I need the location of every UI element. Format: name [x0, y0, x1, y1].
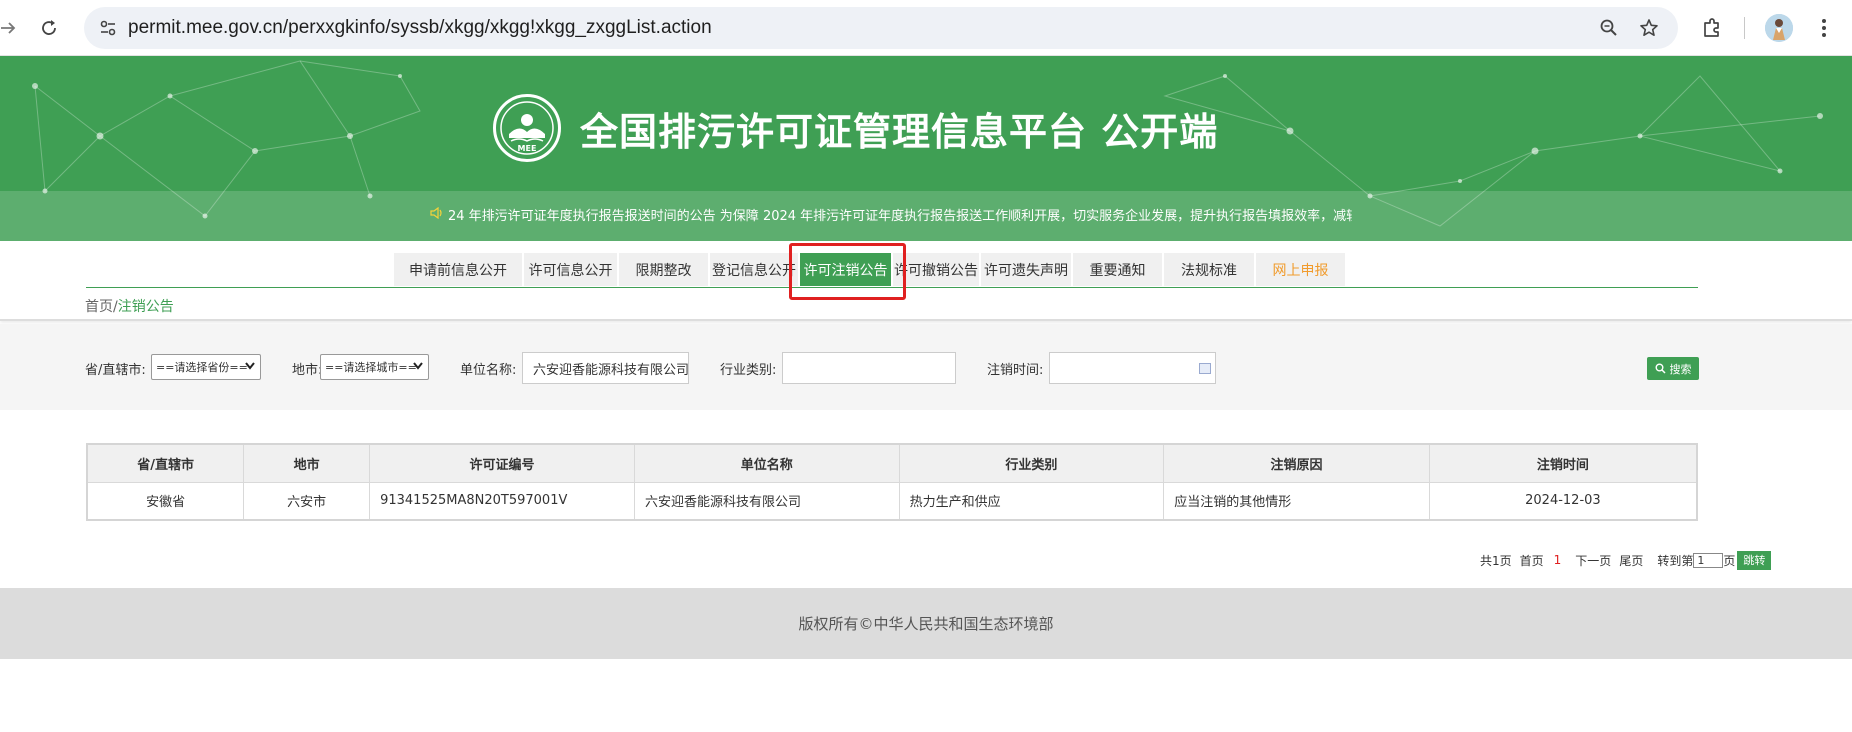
- toolbar-separator: [1744, 17, 1745, 39]
- nav-tabs: 申请前信息公开 许可信息公开 限期整改 登记信息公开 许可注销公告 许可撤销公告…: [394, 253, 1347, 286]
- column-header-date: 注销时间: [1428, 443, 1698, 483]
- cancel-date-input[interactable]: [1049, 352, 1216, 384]
- search-button[interactable]: 搜索: [1647, 357, 1699, 380]
- go-button[interactable]: 跳转: [1737, 550, 1772, 570]
- pager-last[interactable]: 尾页: [1619, 552, 1643, 569]
- site-banner: MEE 全国排污许可证管理信息平台 公开端 24 年排污许可证年度执行报告报送时…: [0, 56, 1852, 241]
- company-label: 单位名称:: [460, 363, 517, 378]
- zoom-icon[interactable]: [1597, 16, 1621, 40]
- tab-important-notices[interactable]: 重要通知: [1073, 253, 1162, 286]
- pager-goto-label: 转到第: [1657, 553, 1694, 568]
- breadcrumb-current: 注销公告: [117, 299, 174, 315]
- page-number-input[interactable]: 1: [1693, 552, 1724, 568]
- province-select-value: ==请选择省份==: [156, 361, 248, 374]
- tab-permit-disclosure[interactable]: 许可信息公开: [524, 253, 617, 286]
- city-select[interactable]: ==请选择城市==: [320, 354, 429, 380]
- chevron-down-icon: [413, 360, 423, 373]
- cell-province: 安徽省: [86, 481, 245, 521]
- copyright-text: 版权所有©中华人民共和国生态环境部: [798, 615, 1054, 633]
- province-label: 省/直辖市:: [85, 363, 146, 378]
- tab-regulations-standards[interactable]: 法规标准: [1164, 253, 1254, 286]
- chevron-down-icon: [245, 360, 255, 373]
- tab-revocation-notice[interactable]: 许可撤销公告: [893, 253, 979, 286]
- cell-reason: 应当注销的其他情形: [1163, 481, 1430, 521]
- announcement-ticker[interactable]: 24 年排污许可证年度执行报告报送时间的公告 为保障 2024 年排污许可证年度…: [430, 205, 1352, 224]
- city-label: 地市:: [292, 363, 323, 378]
- page-footer: 版权所有©中华人民共和国生态环境部: [0, 588, 1852, 659]
- url-text[interactable]: permit.mee.gov.cn/perxxgkinfo/syssb/xkgg…: [128, 17, 712, 39]
- column-header-province: 省/直辖市: [86, 443, 245, 483]
- site-title: 全国排污许可证管理信息平台 公开端: [580, 110, 1219, 154]
- column-header-reason: 注销原因: [1163, 443, 1430, 483]
- tab-rectification[interactable]: 限期整改: [619, 253, 708, 286]
- pager-page-suffix: 页: [1723, 553, 1736, 568]
- logo-text: MEE: [518, 144, 537, 153]
- company-name-input[interactable]: 六安迎香能源科技有限公司: [522, 352, 689, 384]
- tab-underline: [86, 287, 1698, 288]
- column-header-company: 单位名称: [633, 443, 900, 483]
- breadcrumb: 首页/注销公告: [85, 296, 174, 316]
- tab-loss-statement[interactable]: 许可遗失声明: [981, 253, 1071, 286]
- table-header-row: 省/直辖市 地市 许可证编号 单位名称 行业类别 注销原因 注销时间: [86, 443, 1698, 483]
- tab-cancellation-notice[interactable]: 许可注销公告: [800, 253, 891, 286]
- forward-icon[interactable]: [0, 12, 24, 44]
- column-header-industry: 行业类别: [898, 443, 1165, 483]
- search-button-label: 搜索: [1669, 362, 1692, 376]
- industry-input[interactable]: [782, 352, 956, 384]
- city-select-value: ==请选择城市==: [325, 361, 417, 374]
- bookmark-star-icon[interactable]: [1637, 16, 1661, 40]
- cancel-date-label: 注销时间:: [987, 363, 1044, 378]
- pagination: 共1页 首页 1 下一页 尾页 转到第 1 页 跳转: [1480, 550, 1772, 570]
- menu-kebab-icon[interactable]: [1808, 12, 1840, 44]
- tab-online-application[interactable]: 网上申报: [1256, 253, 1345, 286]
- cell-date: 2024-12-03: [1428, 481, 1698, 521]
- table-row: 安徽省 六安市 91341525MA8N20T597001V 六安迎香能源科技有…: [86, 481, 1698, 521]
- permit-number-link[interactable]: 91341525MA8N20T597001V: [369, 481, 635, 521]
- province-select[interactable]: ==请选择省份==: [151, 354, 261, 380]
- profile-avatar[interactable]: [1765, 14, 1793, 42]
- pager-current-page: 1: [1553, 553, 1562, 567]
- cell-city: 六安市: [243, 481, 371, 521]
- main-navigation: 申请前信息公开 许可信息公开 限期整改 登记信息公开 许可注销公告 许可撤销公告…: [0, 241, 1852, 321]
- pager-total: 共1页: [1480, 553, 1512, 568]
- column-header-city: 地市: [243, 443, 371, 483]
- cell-company: 六安迎香能源科技有限公司: [633, 481, 900, 521]
- search-icon: [1655, 363, 1666, 374]
- mee-logo: MEE: [493, 94, 561, 162]
- results-table: 省/直辖市 地市 许可证编号 单位名称 行业类别 注销原因 注销时间 安徽省 六…: [86, 443, 1698, 521]
- pager-next[interactable]: 下一页: [1575, 552, 1611, 569]
- column-header-permit-no: 许可证编号: [369, 443, 635, 483]
- tab-pre-application-disclosure[interactable]: 申请前信息公开: [394, 253, 522, 286]
- pager-first[interactable]: 首页: [1520, 552, 1544, 569]
- ticker-text[interactable]: 24 年排污许可证年度执行报告报送时间的公告 为保障 2024 年排污许可证年度…: [448, 205, 1352, 224]
- extensions-icon[interactable]: [1696, 12, 1728, 44]
- breadcrumb-home[interactable]: 首页: [85, 299, 113, 315]
- address-bar[interactable]: permit.mee.gov.cn/perxxgkinfo/syssb/xkgg…: [84, 7, 1678, 49]
- tab-registration-disclosure[interactable]: 登记信息公开: [710, 253, 798, 286]
- site-info-icon[interactable]: [96, 16, 120, 40]
- browser-toolbar: permit.mee.gov.cn/perxxgkinfo/syssb/xkgg…: [0, 0, 1852, 56]
- reload-icon[interactable]: [33, 12, 65, 44]
- calendar-icon[interactable]: [1199, 363, 1211, 374]
- cell-industry: 热力生产和供应: [898, 481, 1165, 521]
- industry-label: 行业类别:: [720, 363, 777, 378]
- speaker-icon: [430, 206, 444, 223]
- search-filter-bar: 省/直辖市: ==请选择省份== 地市: ==请选择城市== 单位名称: 六安迎…: [0, 324, 1852, 410]
